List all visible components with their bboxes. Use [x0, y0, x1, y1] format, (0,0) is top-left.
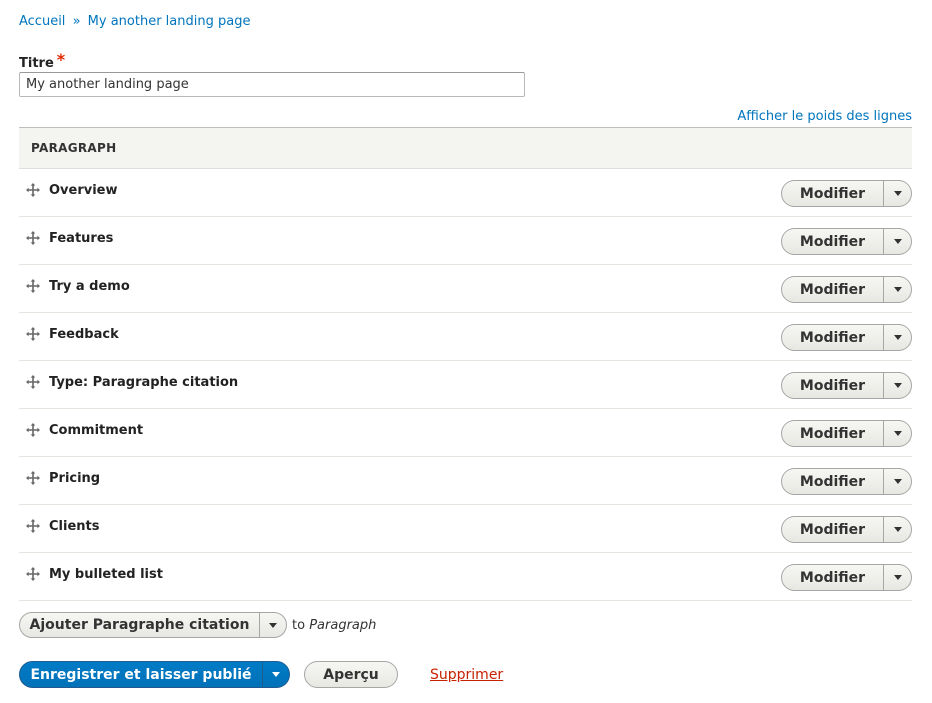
add-target-text: to Paragraph	[292, 618, 376, 633]
table-row: Try a demo Modifier	[19, 265, 912, 313]
add-paragraph-dropdown-toggle[interactable]	[260, 613, 286, 637]
chevron-down-icon	[272, 672, 280, 677]
paragraph-table: PARAGRAPH Overview Modifier Features Mod…	[19, 127, 912, 601]
edit-dropbutton: Modifier	[781, 228, 912, 255]
chevron-down-icon	[893, 239, 902, 244]
edit-dropdown-toggle[interactable]	[884, 277, 911, 302]
title-label: Titre *	[19, 50, 66, 71]
table-row: Clients Modifier	[19, 505, 912, 553]
chevron-down-icon	[893, 383, 902, 388]
breadcrumb-home-link[interactable]: Accueil	[19, 14, 65, 29]
chevron-down-icon	[893, 335, 902, 340]
edit-dropbutton: Modifier	[781, 516, 912, 543]
edit-dropdown-toggle[interactable]	[884, 325, 911, 350]
table-row: Overview Modifier	[19, 169, 912, 217]
table-row: My bulleted list Modifier	[19, 553, 912, 601]
row-label: Clients	[49, 519, 100, 534]
drag-handle-icon[interactable]	[26, 230, 40, 245]
edit-button[interactable]: Modifier	[782, 565, 884, 590]
edit-button[interactable]: Modifier	[782, 325, 884, 350]
breadcrumb-separator: »	[72, 14, 81, 29]
show-row-weights-link[interactable]: Afficher le poids des lignes	[737, 109, 912, 124]
required-marker: *	[56, 50, 66, 69]
drag-handle-icon[interactable]	[26, 374, 40, 389]
edit-dropdown-toggle[interactable]	[884, 517, 911, 542]
edit-button[interactable]: Modifier	[782, 373, 884, 398]
table-body: Overview Modifier Features Modifier Try …	[19, 169, 912, 601]
row-label: Try a demo	[49, 279, 130, 294]
edit-dropbutton: Modifier	[781, 420, 912, 447]
edit-dropbutton: Modifier	[781, 276, 912, 303]
form-actions: Enregistrer et laisser publié Aperçu Sup…	[19, 661, 503, 688]
row-label: Features	[49, 231, 114, 246]
drag-handle-icon[interactable]	[26, 182, 40, 197]
table-row: Feedback Modifier	[19, 313, 912, 361]
save-button[interactable]: Enregistrer et laisser publié	[20, 662, 263, 687]
edit-button[interactable]: Modifier	[782, 229, 884, 254]
chevron-down-icon	[893, 287, 902, 292]
edit-dropdown-toggle[interactable]	[884, 373, 911, 398]
table-row: Features Modifier	[19, 217, 912, 265]
row-label: Pricing	[49, 471, 101, 486]
edit-dropbutton: Modifier	[781, 180, 912, 207]
breadcrumb: Accueil » My another landing page	[19, 14, 250, 29]
drag-handle-icon[interactable]	[26, 278, 40, 293]
row-label: Overview	[49, 183, 118, 198]
drag-handle-icon[interactable]	[26, 518, 40, 533]
drag-handle-icon[interactable]	[26, 326, 40, 341]
row-label: Type: Paragraphe citation	[49, 375, 239, 390]
table-row: Pricing Modifier	[19, 457, 912, 505]
add-paragraph-button[interactable]: Ajouter Paragraphe citation	[20, 613, 260, 637]
add-target-name: Paragraph	[309, 617, 377, 633]
chevron-down-icon	[893, 479, 902, 484]
delete-link[interactable]: Supprimer	[430, 667, 503, 683]
row-label: Commitment	[49, 423, 144, 438]
save-dropdown-toggle[interactable]	[263, 662, 289, 687]
save-dropbutton: Enregistrer et laisser publié	[19, 661, 290, 688]
drag-handle-icon[interactable]	[26, 422, 40, 437]
table-header: PARAGRAPH	[19, 127, 912, 169]
edit-button[interactable]: Modifier	[782, 277, 884, 302]
edit-dropdown-toggle[interactable]	[884, 181, 911, 206]
table-row: Type: Paragraphe citation Modifier	[19, 361, 912, 409]
breadcrumb-current-link[interactable]: My another landing page	[88, 14, 251, 29]
edit-button[interactable]: Modifier	[782, 181, 884, 206]
table-row: Commitment Modifier	[19, 409, 912, 457]
chevron-down-icon	[893, 575, 902, 580]
chevron-down-icon	[893, 191, 902, 196]
row-label: Feedback	[49, 327, 119, 342]
add-paragraph-dropbutton: Ajouter Paragraphe citation	[19, 612, 287, 638]
preview-button[interactable]: Aperçu	[304, 661, 398, 688]
title-label-text: Titre	[19, 56, 54, 71]
edit-dropbutton: Modifier	[781, 324, 912, 351]
add-target-prefix: to	[292, 617, 306, 633]
chevron-down-icon	[269, 622, 277, 628]
edit-dropdown-toggle[interactable]	[884, 469, 911, 494]
drag-handle-icon[interactable]	[26, 566, 40, 581]
chevron-down-icon	[893, 431, 902, 436]
edit-dropbutton: Modifier	[781, 372, 912, 399]
edit-dropbutton: Modifier	[781, 468, 912, 495]
row-label: My bulleted list	[49, 567, 163, 582]
edit-button[interactable]: Modifier	[782, 469, 884, 494]
edit-dropdown-toggle[interactable]	[884, 421, 911, 446]
drag-handle-icon[interactable]	[26, 470, 40, 485]
chevron-down-icon	[893, 527, 902, 532]
title-input[interactable]	[19, 72, 525, 97]
edit-button[interactable]: Modifier	[782, 517, 884, 542]
edit-button[interactable]: Modifier	[782, 421, 884, 446]
add-paragraph-area: Ajouter Paragraphe citation to Paragraph	[19, 612, 376, 638]
edit-dropdown-toggle[interactable]	[884, 565, 911, 590]
edit-dropdown-toggle[interactable]	[884, 229, 911, 254]
edit-dropbutton: Modifier	[781, 564, 912, 591]
